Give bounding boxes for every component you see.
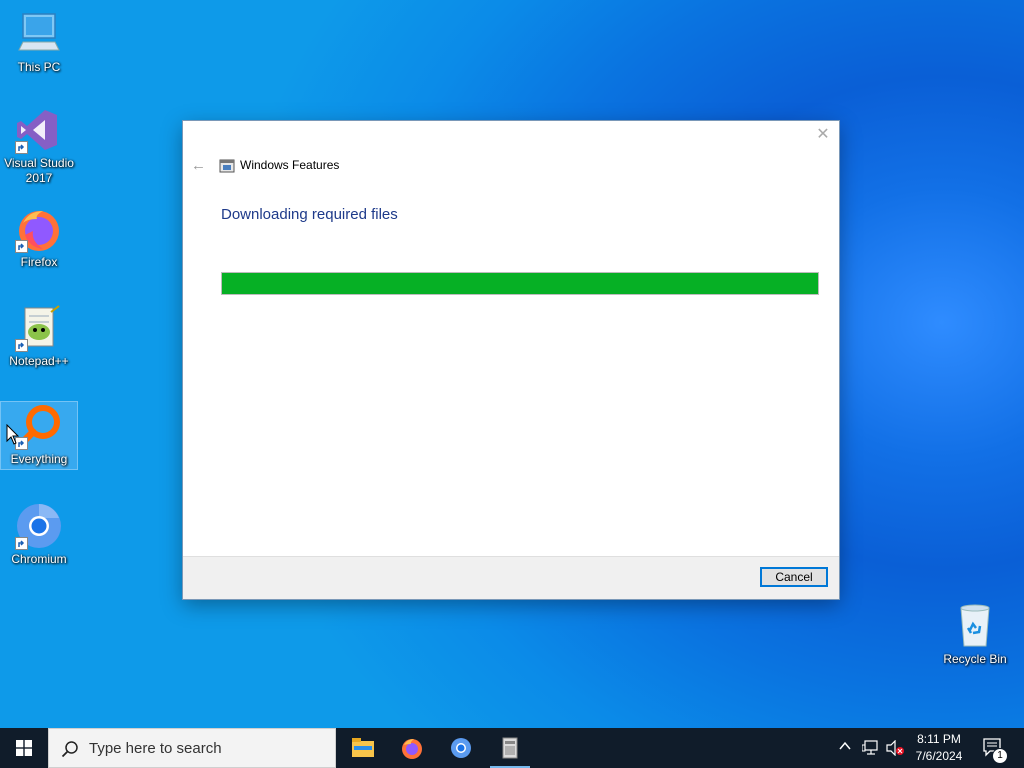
- desktop-icon-label-line2: 2017: [25, 171, 53, 185]
- taskbar-clock[interactable]: 8:11 PM 7/6/2024: [906, 731, 972, 765]
- taskbar-windows-features[interactable]: [486, 728, 534, 768]
- start-button[interactable]: [0, 728, 48, 768]
- desktop-icon-firefox[interactable]: Firefox: [1, 205, 77, 270]
- dialog-heading: Downloading required files: [221, 206, 398, 223]
- recycle-bin-icon: [951, 602, 999, 650]
- desktop-icon-visual-studio[interactable]: Visual Studio 2017: [1, 106, 77, 186]
- dialog-footer: Cancel: [183, 556, 839, 599]
- desktop-icon-this-pc[interactable]: This PC: [1, 10, 77, 75]
- tray-chevron-icon[interactable]: [838, 739, 852, 768]
- taskbar-file-explorer[interactable]: [339, 728, 387, 768]
- notification-count-badge: 1: [992, 748, 1008, 764]
- everything-icon: [15, 402, 63, 450]
- notepadpp-icon: [15, 304, 63, 352]
- taskbar-chromium[interactable]: [437, 728, 485, 768]
- windows-features-dialog: ✕ ← Windows Features Downloading require…: [183, 121, 839, 599]
- mouse-cursor-icon: [6, 424, 20, 445]
- clock-date: 7/6/2024: [915, 749, 963, 763]
- this-pc-icon: [15, 10, 63, 58]
- desktop-icon-label: Firefox: [20, 255, 58, 269]
- taskbar: Type here to search 8:11 PM 7/6/2024 1: [0, 728, 1024, 768]
- cancel-button[interactable]: Cancel: [760, 567, 828, 587]
- clock-time: 8:11 PM: [917, 732, 961, 746]
- desktop-icon-label: This PC: [17, 60, 61, 74]
- desktop-icon-label: Chromium: [11, 552, 67, 566]
- firefox-icon: [15, 205, 63, 253]
- progress-fill: [222, 273, 818, 294]
- windows-features-icon: [219, 158, 235, 174]
- download-progress-bar: [221, 272, 819, 295]
- desktop-icon-recycle-bin[interactable]: Recycle Bin: [937, 602, 1013, 667]
- shortcut-arrow-icon: [15, 339, 28, 352]
- windows-features-icon: [502, 737, 518, 759]
- volume-muted-icon[interactable]: [886, 739, 904, 768]
- desktop-icon-label: Notepad++: [9, 354, 69, 368]
- taskbar-search-box[interactable]: Type here to search: [48, 728, 336, 768]
- desktop-icon-chromium[interactable]: Chromium: [1, 502, 77, 567]
- taskbar-firefox[interactable]: [388, 728, 436, 768]
- desktop-icon-label: Visual Studio: [4, 156, 74, 170]
- back-button[interactable]: ←: [191, 157, 206, 174]
- desktop-icon-label: Everything: [10, 452, 68, 466]
- chromium-icon: [451, 738, 471, 758]
- desktop-icon-label: Recycle Bin: [943, 652, 1007, 666]
- shortcut-arrow-icon: [15, 240, 28, 253]
- close-button[interactable]: ✕: [815, 127, 831, 143]
- desktop-icon-notepadpp[interactable]: Notepad++: [1, 304, 77, 369]
- shortcut-arrow-icon: [15, 537, 28, 550]
- visual-studio-icon: [15, 106, 63, 154]
- search-placeholder: Type here to search: [89, 740, 222, 757]
- dialog-title: Windows Features: [240, 158, 340, 172]
- file-explorer-icon: [352, 738, 374, 757]
- shortcut-arrow-icon: [15, 141, 28, 154]
- windows-logo-icon: [16, 740, 32, 756]
- network-icon[interactable]: [861, 740, 880, 768]
- chromium-icon: [15, 502, 63, 550]
- search-icon: [61, 741, 78, 758]
- firefox-icon: [402, 739, 422, 759]
